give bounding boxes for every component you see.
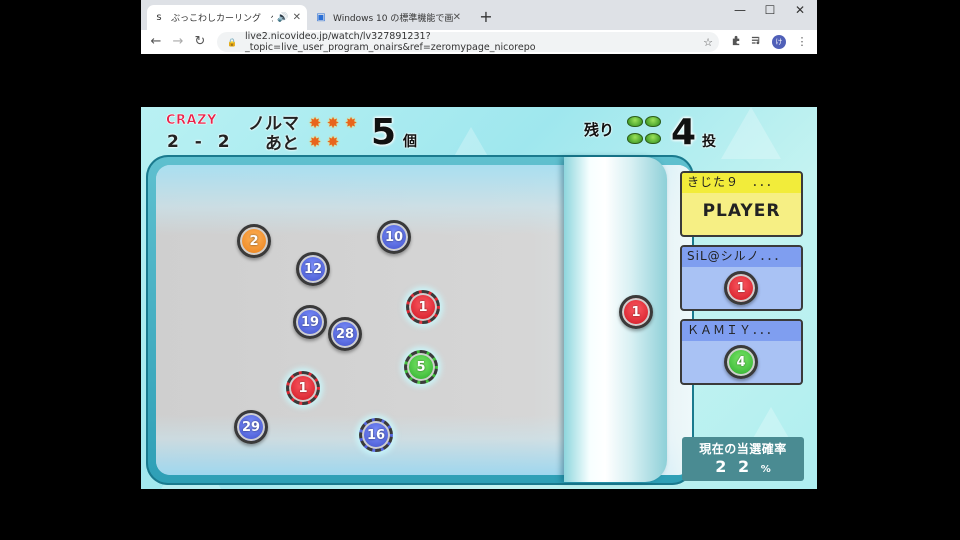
menu-icon[interactable]: ⋮ <box>795 35 809 48</box>
remaining-target-count: 5 <box>371 112 397 153</box>
stone-12[interactable]: 12 <box>296 252 330 286</box>
avatar[interactable]: け <box>772 35 786 49</box>
stone-10[interactable]: 10 <box>377 220 411 254</box>
burst-icon: ✸ <box>344 114 358 132</box>
win-probability-value: 2 2 % <box>682 457 804 476</box>
forward-icon[interactable]: → <box>170 34 186 50</box>
curling-stone-icon <box>645 116 661 127</box>
background-triangle <box>721 107 781 159</box>
stone-1[interactable]: 1 <box>286 371 320 405</box>
shots-left-label: 残り <box>584 121 615 139</box>
win-probability-box: 現在の当選確率 2 2 % <box>682 437 804 481</box>
close-tab-icon[interactable]: ✕ <box>293 12 301 23</box>
launch-stone[interactable]: 1 <box>619 295 653 329</box>
launch-ramp[interactable] <box>564 157 667 482</box>
reload-icon[interactable]: ↻ <box>192 34 208 50</box>
tab-title: ぶっこわしカーリング クレイジーなるまで <box>171 14 273 24</box>
browser-window: s ぶっこわしカーリング クレイジーなるまで 🔊 ✕ ▣ Windows 10 … <box>141 0 817 54</box>
remaining-target-unit: 個 <box>403 134 417 150</box>
window-close-icon[interactable]: ✕ <box>788 3 812 17</box>
player-panel-kamiy: ＫＡＭＩＹ．．． 4 <box>680 319 803 385</box>
speaker-icon[interactable]: 🔊 <box>277 13 288 23</box>
browser-toolbar: ← → ↻ 🔒 live2.nicovideo.jp/watch/lv32789… <box>141 30 817 54</box>
game-screen[interactable]: CRAZY 2 - 2 ノルマ ✸ ✸ ✸ あと ✸ ✸ 5 個 残り 4 投 … <box>141 107 817 489</box>
player-name: ＫＡＭＩＹ．．． <box>682 321 801 341</box>
tab-title: Windows 10 の標準機能で画面録画 <box>333 14 453 24</box>
shots-left-count: 4 <box>671 112 697 153</box>
page-favicon-icon: ▣ <box>316 12 326 23</box>
stone-29[interactable]: 29 <box>234 410 268 444</box>
maximize-icon[interactable]: ☐ <box>758 3 782 17</box>
close-tab-icon[interactable]: ✕ <box>453 12 461 23</box>
stone-19[interactable]: 19 <box>293 305 327 339</box>
player-name: SiL@シルノ．．． <box>682 247 801 267</box>
stone-5[interactable]: 5 <box>404 350 438 384</box>
player-stone: 4 <box>724 345 758 379</box>
url-text: live2.nicovideo.jp/watch/lv327891231?_to… <box>244 31 536 53</box>
lock-icon[interactable]: 🔒 <box>227 38 237 47</box>
shots-left-unit: 投 <box>702 134 716 150</box>
tab-windows10[interactable]: ▣ Windows 10 の標準機能で画面録画 ✕ <box>309 5 467 30</box>
niconico-favicon-icon: s <box>156 12 162 23</box>
win-probability-label: 現在の当選確率 <box>699 442 787 456</box>
player-panel-sil: SiL@シルノ．．． 1 <box>680 245 803 311</box>
back-icon[interactable]: ← <box>148 34 164 50</box>
burst-icon: ✸ <box>326 114 340 132</box>
tab-curling[interactable]: s ぶっこわしカーリング クレイジーなるまで 🔊 ✕ <box>147 5 307 30</box>
curling-stone-icon <box>627 116 643 127</box>
star-icon[interactable]: ☆ <box>703 36 713 49</box>
stone-28[interactable]: 28 <box>328 317 362 351</box>
burst-icon: ✸ <box>308 133 322 151</box>
burst-icon: ✸ <box>326 133 340 151</box>
player-stone: 1 <box>724 271 758 305</box>
stone-2[interactable]: 2 <box>237 224 271 258</box>
player-label: PLAYER <box>702 201 781 221</box>
media-icon[interactable] <box>749 35 763 49</box>
probability-number: 2 2 <box>715 457 753 476</box>
curling-stone-icon <box>627 133 643 144</box>
stone-1[interactable]: 1 <box>406 290 440 324</box>
minimize-icon[interactable]: — <box>728 3 752 17</box>
burst-icon: ✸ <box>308 114 322 132</box>
new-tab-button[interactable]: + <box>477 7 495 26</box>
player-name: きじた９ ．．． <box>682 173 801 193</box>
remaining-label: あと <box>265 134 299 154</box>
tab-bar: s ぶっこわしカーリング クレイジーなるまで 🔊 ✕ ▣ Windows 10 … <box>141 0 817 30</box>
difficulty-label: CRAZY <box>166 113 217 129</box>
curling-stone-icon <box>645 133 661 144</box>
address-bar[interactable]: 🔒 live2.nicovideo.jp/watch/lv327891231?_… <box>217 31 719 53</box>
probability-unit: % <box>760 464 771 475</box>
player-panel-current: きじた９ ．．． PLAYER <box>680 171 803 237</box>
puzzle-icon[interactable] <box>729 35 743 49</box>
stone-16[interactable]: 16 <box>359 418 393 452</box>
stage-number: 2 - 2 <box>167 132 235 152</box>
